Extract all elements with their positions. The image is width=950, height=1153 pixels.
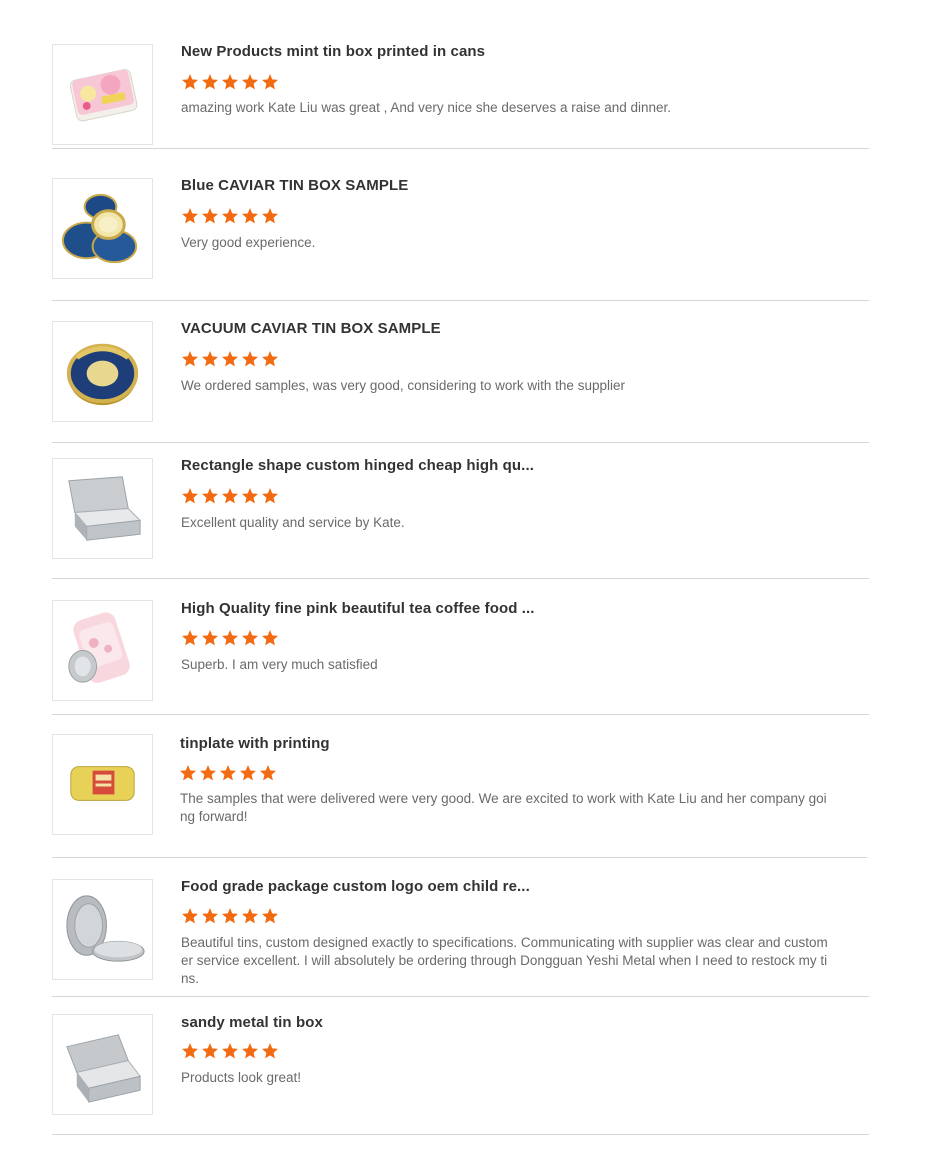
review-item: tinplate with printing The samples that … [52,715,867,858]
star-icon [182,351,198,367]
star-icon [222,351,238,367]
product-title[interactable]: Food grade package custom logo oem child… [181,878,530,895]
star-icon [240,765,256,781]
star-icon [182,908,198,924]
review-item: New Products mint tin box printed in can… [52,0,869,149]
rating-stars [181,350,279,370]
product-title[interactable]: Rectangle shape custom hinged cheap high… [181,457,534,474]
star-icon [260,765,276,781]
pink-printed-mint-tin-image [69,69,138,122]
star-icon [182,488,198,504]
star-icon [242,630,258,646]
star-icon [242,488,258,504]
gold-caviar-tin-image [66,343,139,406]
star-icon [222,1043,238,1059]
star-icon [222,74,238,90]
star-icon [202,74,218,90]
star-icon [222,908,238,924]
star-icon [262,488,278,504]
rating-stars [181,207,279,227]
review-text: Products look great! [181,1070,302,1085]
rating-stars [181,73,279,93]
star-icon [262,74,278,90]
star-icon [182,630,198,646]
review-item: VACUUM CAVIAR TIN BOX SAMPLE We ordered … [52,301,869,443]
star-icon [262,208,278,224]
product-thumbnail[interactable] [52,879,153,980]
product-thumbnail[interactable] [52,178,153,279]
product-title[interactable]: Blue CAVIAR TIN BOX SAMPLE [181,177,408,194]
product-title[interactable]: tinplate with printing [180,735,330,752]
hinged-rectangle-tin-image [68,476,142,541]
star-icon [262,351,278,367]
rating-stars [181,487,279,507]
pink-tea-jar-image [68,612,130,683]
yellow-printed-tin-image [70,766,135,801]
review-text: Superb. I am very much satisfied [181,657,378,672]
star-icon [222,208,238,224]
rating-stars [181,629,279,649]
review-text: Excellent quality and service by Kate. [181,515,405,530]
product-title[interactable]: High Quality fine pink beautiful tea cof… [181,600,535,617]
product-thumbnail[interactable] [52,44,153,145]
star-icon [202,208,218,224]
product-thumbnail[interactable] [52,321,153,422]
star-icon [242,74,258,90]
review-item: Rectangle shape custom hinged cheap high… [52,443,869,579]
star-icon [262,1043,278,1059]
round-window-tin-image [66,895,145,962]
star-icon [242,208,258,224]
product-thumbnail[interactable] [52,600,153,701]
review-text: The samples that were delivered were ver… [180,791,827,824]
star-icon [242,908,258,924]
star-icon [182,1043,198,1059]
product-title[interactable]: VACUUM CAVIAR TIN BOX SAMPLE [181,320,441,337]
star-icon [200,765,216,781]
star-icon [262,630,278,646]
star-icon [220,765,236,781]
star-icon [222,488,238,504]
star-icon [262,908,278,924]
product-thumbnail[interactable] [52,734,153,835]
rating-stars [181,1042,279,1062]
product-thumbnail[interactable] [52,1014,153,1115]
star-icon [182,74,198,90]
review-text: Very good experience. [181,235,316,250]
star-icon [202,351,218,367]
rating-stars [181,907,279,927]
review-item: High Quality fine pink beautiful tea cof… [52,579,869,715]
star-icon [242,351,258,367]
product-title[interactable]: New Products mint tin box printed in can… [181,43,485,60]
review-item: Blue CAVIAR TIN BOX SAMPLE Very good exp… [52,149,869,301]
star-icon [202,630,218,646]
star-icon [202,1043,218,1059]
star-icon [222,630,238,646]
star-icon [182,208,198,224]
star-icon [180,765,196,781]
review-text: We ordered samples, was very good, consi… [181,378,625,393]
product-title[interactable]: sandy metal tin box [181,1014,323,1031]
review-text: Beautiful tins, custom designed exactly … [181,935,828,986]
review-item: sandy metal tin box Products look great! [52,997,869,1135]
review-text: amazing work Kate Liu was great , And ve… [181,100,672,115]
product-thumbnail[interactable] [52,458,153,559]
sandy-metal-tin-image [66,1034,141,1103]
rating-stars [179,764,277,784]
star-icon [202,908,218,924]
star-icon [202,488,218,504]
review-item: Food grade package custom logo oem child… [52,858,869,997]
blue-caviar-tins-image [61,193,138,264]
star-icon [242,1043,258,1059]
